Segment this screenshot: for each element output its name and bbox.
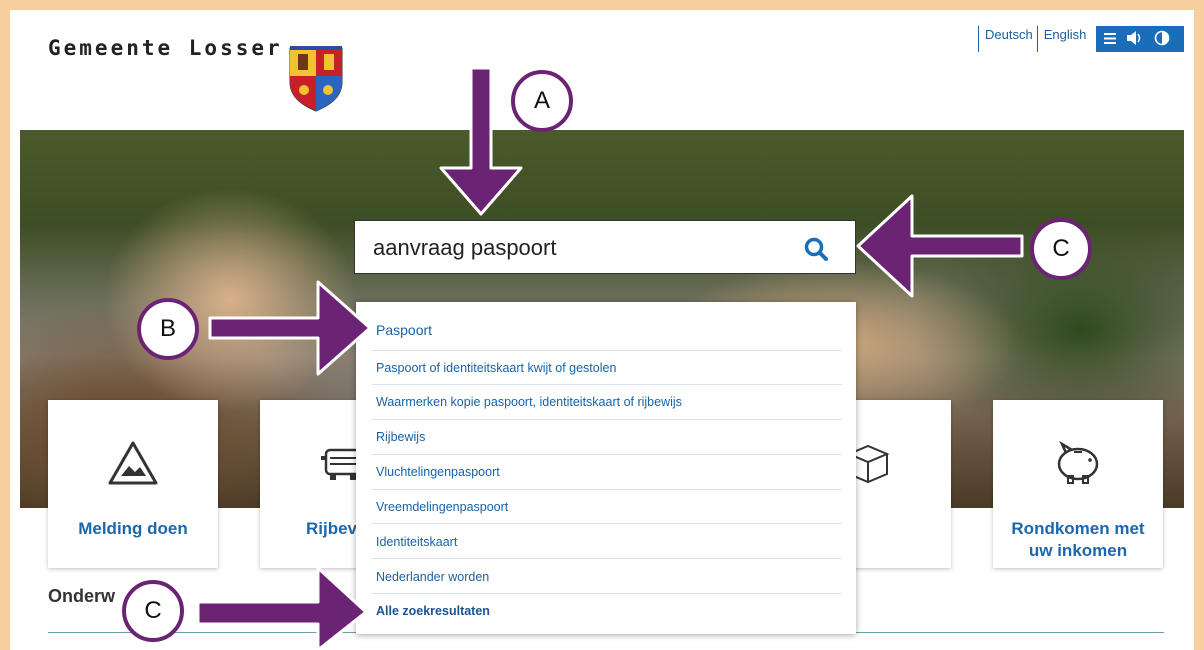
language-deutsch-link[interactable]: Deutsch bbox=[978, 26, 1037, 52]
accessibility-tools bbox=[1096, 26, 1185, 52]
suggestion-item[interactable]: Vluchtelingenpaspoort bbox=[376, 465, 842, 479]
divider bbox=[372, 523, 842, 524]
piggy-bank-icon bbox=[1057, 440, 1099, 484]
contrast-icon[interactable] bbox=[1154, 30, 1170, 48]
divider bbox=[372, 419, 842, 420]
divider bbox=[372, 593, 842, 594]
suggestion-item[interactable]: Paspoort bbox=[376, 322, 842, 338]
divider bbox=[372, 558, 842, 559]
tile-label-line-2: uw inkomen bbox=[1028, 541, 1128, 560]
annotation-label-b: B bbox=[137, 298, 199, 360]
coat-of-arms-logo[interactable] bbox=[288, 42, 344, 112]
tile-label: Melding doen bbox=[78, 519, 188, 538]
suggestion-item[interactable]: Paspoort of identiteitskaart kwijt of ge… bbox=[376, 361, 842, 375]
divider bbox=[372, 489, 842, 490]
speaker-icon[interactable] bbox=[1126, 31, 1144, 47]
divider bbox=[372, 350, 842, 351]
divider bbox=[372, 454, 842, 455]
menu-icon[interactable] bbox=[1104, 32, 1117, 46]
site-brand[interactable]: Gemeente Losser bbox=[48, 36, 283, 60]
annotation-label-c: C bbox=[122, 580, 184, 642]
suggestion-item[interactable]: Nederlander worden bbox=[376, 570, 842, 584]
language-english-link[interactable]: English bbox=[1036, 26, 1091, 52]
divider bbox=[372, 384, 842, 385]
suggestion-item[interactable]: Identiteitskaart bbox=[376, 535, 842, 549]
suggestion-item[interactable]: Vreemdelingenpaspoort bbox=[376, 500, 842, 514]
section-heading: Onderw bbox=[48, 586, 116, 606]
search-input[interactable]: aanvraag paspoort bbox=[373, 235, 556, 261]
all-results-link[interactable]: Alle zoekresultaten bbox=[376, 604, 842, 618]
tile-label-line-1: Rondkomen met bbox=[1011, 519, 1145, 538]
annotation-label-c: C bbox=[1030, 218, 1092, 280]
tile-rondkomen[interactable]: Rondkomen met uw inkomen bbox=[993, 400, 1163, 568]
annotation-label-a: A bbox=[511, 70, 573, 132]
search-icon[interactable] bbox=[803, 236, 829, 262]
search-bar[interactable]: aanvraag paspoort bbox=[354, 220, 856, 274]
warning-triangle-icon bbox=[108, 441, 158, 485]
suggestion-item[interactable]: Rijbewijs bbox=[376, 430, 842, 444]
top-utility-bar: Deutsch English bbox=[978, 26, 1185, 52]
search-suggestions-dropdown: Paspoort Paspoort of identiteitskaart kw… bbox=[356, 302, 856, 634]
header: Gemeente Losser Deutsch English bbox=[10, 10, 1194, 130]
tile-melding-doen[interactable]: Melding doen bbox=[48, 400, 218, 568]
suggestion-item[interactable]: Waarmerken kopie paspoort, identiteitska… bbox=[376, 395, 842, 409]
